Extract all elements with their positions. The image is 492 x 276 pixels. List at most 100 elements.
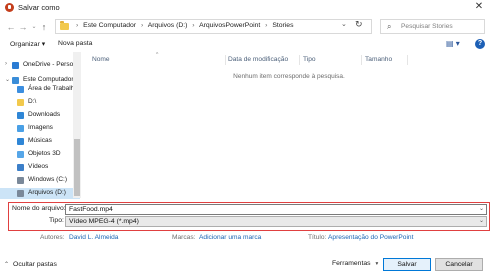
hide-folders-label: Ocultar pastas — [13, 261, 57, 268]
sidebar-item[interactable]: Arquivos (D:) — [0, 188, 80, 199]
chevron-down-icon[interactable]: ⌄ — [479, 205, 484, 212]
pictures-icon — [17, 125, 24, 132]
sidebar-item-label: Músicas — [28, 137, 52, 144]
breadcrumb-separator: › — [265, 22, 268, 29]
title-value[interactable]: Apresentação do PowerPoint — [328, 234, 413, 241]
downloads-icon — [17, 112, 24, 119]
breadcrumb-stories[interactable]: Stories — [272, 22, 293, 29]
powerpoint-icon — [5, 3, 14, 12]
save-button[interactable]: Salvar — [383, 258, 431, 271]
sidebar-item-label: Imagens — [28, 124, 53, 131]
sidebar-item[interactable]: Imagens — [0, 123, 80, 134]
refresh-icon[interactable]: ↻ — [355, 19, 363, 30]
view-options-icon[interactable]: ▤ ▾ — [446, 39, 460, 48]
window-title: Salvar como — [18, 3, 60, 12]
save-fields: Nome do arquivo: FastFood.mp4 ⌄ Tipo: Ví… — [8, 200, 492, 232]
column-divider[interactable] — [407, 55, 408, 65]
organize-button[interactable]: Organizar ▾ — [10, 40, 45, 48]
breadcrumb-separator: › — [76, 22, 79, 29]
sidebar-item[interactable]: Objetos 3D — [0, 149, 80, 160]
authors-value[interactable]: David L. Almeida — [69, 234, 118, 241]
file-type-value: Vídeo MPEG-4 (*.mp4) — [69, 218, 139, 225]
column-divider[interactable] — [225, 55, 226, 65]
file-type-select[interactable]: Vídeo MPEG-4 (*.mp4) ⌄ — [65, 216, 487, 227]
sidebar-item-label: Objetos 3D — [28, 150, 61, 157]
breadcrumb: › Este Computador › Arquivos (D:) › Arqu… — [73, 22, 293, 29]
file-list: Nome ^ Data de modificação Tipo Tamanho … — [86, 52, 492, 198]
sidebar-item[interactable]: Área de Trabalho — [0, 84, 80, 95]
title-bar: Salvar como ✕ — [0, 0, 492, 16]
filename-label: Nome do arquivo: — [12, 205, 66, 212]
expand-chevron-icon[interactable]: › — [5, 61, 7, 67]
expand-chevron-icon[interactable]: ⌄ — [5, 76, 10, 83]
sidebar-item-label: D:\ — [28, 98, 37, 105]
chevron-up-icon: ⌃ — [4, 262, 10, 268]
folder-icon — [60, 21, 69, 30]
onedrive-icon — [12, 62, 19, 69]
column-header-size[interactable]: Tamanho — [365, 56, 392, 63]
filename-field[interactable]: FastFood.mp4 ⌄ — [65, 204, 487, 215]
sidebar-item-label: Arquivos (D:) — [28, 189, 66, 196]
tags-label: Marcas: — [172, 234, 196, 241]
column-header-type[interactable]: Tipo — [303, 56, 316, 63]
sidebar-item[interactable]: D:\ — [0, 97, 80, 108]
cancel-button[interactable]: Cancelar — [435, 258, 483, 271]
search-input[interactable]: ⌕ Pesquisar Stories — [380, 19, 485, 34]
new-folder-button[interactable]: Nova pasta — [58, 40, 92, 47]
music-icon — [17, 138, 24, 145]
add-tag-link[interactable]: Adicionar uma marca — [199, 234, 261, 241]
navigation-pane: › OneDrive - Persor ⌄ Este Computador Área d… — [0, 52, 83, 199]
command-bar: Organizar ▾ Nova pasta ▤ ▾ ? — [0, 38, 492, 52]
hide-folders-button[interactable]: ⌃ Ocultar pastas — [4, 261, 57, 268]
computer-icon — [12, 77, 19, 84]
sidebar-item[interactable]: Downloads — [0, 110, 80, 121]
desktop-icon — [17, 86, 24, 93]
metadata-row: Autores: David L. Almeida Marcas: Adicio… — [0, 233, 492, 245]
sidebar-item-label: Downloads — [28, 111, 61, 118]
file-type-label: Tipo: — [49, 217, 64, 224]
column-divider[interactable] — [299, 55, 300, 65]
up-arrow-icon[interactable]: ↑ — [38, 20, 50, 34]
sidebar-item[interactable]: Vídeos — [0, 162, 80, 173]
filename-value: FastFood.mp4 — [69, 206, 113, 213]
dialog-footer: ⌃ Ocultar pastas Ferramentas ▾ Salvar Canc… — [0, 255, 492, 276]
sidebar-item-label: Este Computador — [23, 76, 74, 83]
column-header-date-modified[interactable]: Data de modificação — [228, 56, 288, 63]
drive-icon — [17, 177, 24, 184]
title-label: Título: — [308, 234, 327, 241]
search-icon: ⌕ — [387, 22, 392, 31]
back-arrow-icon[interactable]: ← — [5, 20, 17, 34]
scrollbar-thumb[interactable] — [74, 139, 80, 196]
column-divider[interactable] — [361, 55, 362, 65]
tools-label: Ferramentas — [332, 260, 371, 267]
navigation-bar: ← → ⌄ ↑ › Este Computador › Arquivos (D:… — [0, 16, 492, 38]
sidebar-item[interactable]: Windows (C:) — [0, 175, 80, 186]
sidebar-item[interactable]: Músicas — [0, 136, 80, 147]
sidebar-item-label: Windows (C:) — [28, 176, 68, 183]
empty-state-message: Nenhum item corresponde à pesquisa. — [233, 73, 345, 80]
videos-icon — [17, 164, 24, 171]
sidebar-item[interactable]: › OneDrive - Persor — [0, 60, 80, 71]
sidebar-scrollbar[interactable] — [73, 52, 81, 198]
objects-3d-icon — [17, 151, 24, 158]
help-icon[interactable]: ? — [475, 39, 485, 49]
close-icon[interactable]: ✕ — [470, 0, 488, 14]
authors-label: Autores: — [40, 234, 65, 241]
folder-icon — [17, 99, 24, 106]
sidebar-item-label: OneDrive - Persor — [23, 61, 76, 68]
chevron-down-icon: ▾ — [375, 261, 379, 267]
breadcrumb-drive-d[interactable]: Arquivos (D:) — [148, 22, 188, 29]
tools-dropdown[interactable]: Ferramentas ▾ — [332, 260, 378, 267]
sidebar-item-label: Vídeos — [28, 163, 49, 170]
sidebar-item-label: Área de Trabalho — [28, 85, 78, 92]
breadcrumb-arquivospowerpoint[interactable]: ArquivosPowerPoint — [199, 22, 260, 29]
column-header-name[interactable]: Nome — [92, 56, 110, 63]
breadcrumb-this-pc[interactable]: Este Computador — [83, 22, 136, 29]
sort-ascending-icon: ^ — [156, 52, 159, 58]
address-dropdown-icon[interactable]: ⌄ — [341, 20, 347, 28]
breadcrumb-separator: › — [140, 22, 144, 29]
breadcrumb-separator: › — [192, 22, 195, 29]
chevron-down-icon: ⌄ — [478, 218, 484, 224]
drive-icon — [17, 190, 24, 197]
address-bar[interactable]: › Este Computador › Arquivos (D:) › Arqu… — [55, 19, 372, 34]
